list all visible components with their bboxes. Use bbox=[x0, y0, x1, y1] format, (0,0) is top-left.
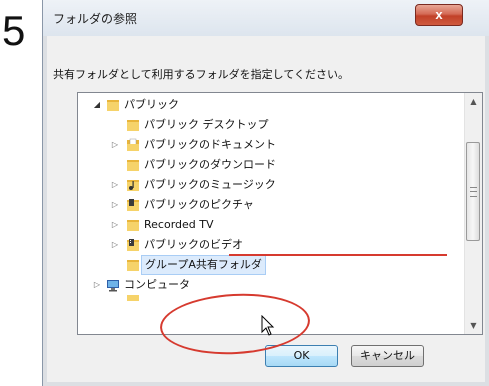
title-bar: フォルダの参照 x bbox=[43, 0, 489, 36]
tree-item-label: パブリックのミュージック bbox=[144, 178, 276, 191]
tree-item-label: パブリック デスクトップ bbox=[144, 118, 269, 131]
tree-item-recorded-tv[interactable]: ▷ Recorded TV bbox=[78, 215, 458, 235]
tree-item-group-a-shared-folder[interactable]: グループA共有フォルダ bbox=[78, 255, 458, 275]
close-icon: x bbox=[435, 7, 443, 22]
instruction-text: 共有フォルダとして利用するフォルダを指定してください。 bbox=[53, 68, 350, 81]
collapsed-arrow-icon[interactable]: ▷ bbox=[110, 195, 120, 215]
scroll-thumb[interactable] bbox=[466, 142, 480, 241]
tree-item-label: コンピュータ bbox=[124, 278, 190, 291]
ok-button[interactable]: OK bbox=[265, 345, 338, 367]
tree-item-public[interactable]: ◢ パブリック bbox=[78, 95, 458, 115]
collapsed-arrow-icon[interactable]: ▷ bbox=[110, 135, 120, 155]
callout-line bbox=[229, 254, 447, 256]
folder-icon bbox=[127, 260, 139, 271]
collapsed-arrow-icon[interactable]: ▷ bbox=[92, 275, 102, 295]
folder-icon bbox=[127, 220, 139, 231]
tree-item-public-music[interactable]: ▷ パブリックのミュージック bbox=[78, 175, 458, 195]
pictures-folder-icon bbox=[127, 199, 139, 211]
tree-item-label: Recorded TV bbox=[144, 218, 214, 231]
tree-item-public-videos[interactable]: ▷ パブリックのビデオ bbox=[78, 235, 458, 255]
cancel-button[interactable]: キャンセル bbox=[351, 345, 424, 367]
tree-item-label: パブリックのビデオ bbox=[144, 238, 243, 251]
partially-hidden-folder-icon bbox=[127, 295, 139, 301]
step-number: 5 bbox=[2, 7, 26, 54]
collapsed-arrow-icon[interactable]: ▷ bbox=[110, 235, 120, 255]
tree-item-label: グループA共有フォルダ bbox=[141, 255, 266, 275]
tree-item-label: パブリックのドキュメント bbox=[144, 138, 276, 151]
tree-item-public-downloads[interactable]: パブリックのダウンロード bbox=[78, 155, 458, 175]
scroll-up-arrow-icon[interactable]: ▲ bbox=[465, 93, 482, 110]
folder-icon bbox=[107, 100, 119, 111]
folder-icon bbox=[127, 120, 139, 131]
close-button[interactable]: x bbox=[415, 4, 463, 26]
folder-icon bbox=[127, 160, 139, 171]
videos-folder-icon bbox=[127, 239, 139, 251]
expanded-arrow-icon[interactable]: ◢ bbox=[92, 95, 102, 115]
collapsed-arrow-icon[interactable]: ▷ bbox=[110, 175, 120, 195]
documents-folder-icon bbox=[127, 138, 139, 151]
grip-icon bbox=[470, 187, 477, 197]
tree-item-public-pictures[interactable]: ▷ パブリックのピクチャ bbox=[78, 195, 458, 215]
music-folder-icon bbox=[127, 180, 139, 191]
tree-item-public-documents[interactable]: ▷ パブリックのドキュメント bbox=[78, 135, 458, 155]
tree-item-computer[interactable]: ▷ コンピュータ bbox=[78, 275, 458, 295]
tree-item-label: パブリック bbox=[124, 98, 179, 111]
tree-item-label: パブリックのピクチャ bbox=[144, 198, 254, 211]
tree-item-public-desktop[interactable]: パブリック デスクトップ bbox=[78, 115, 458, 135]
tree-item-label: パブリックのダウンロード bbox=[144, 158, 276, 171]
scroll-down-arrow-icon[interactable]: ▼ bbox=[465, 317, 482, 334]
computer-icon bbox=[107, 280, 119, 292]
collapsed-arrow-icon[interactable]: ▷ bbox=[110, 215, 120, 235]
vertical-scrollbar[interactable]: ▲ ▼ bbox=[464, 93, 482, 334]
dialog-title: フォルダの参照 bbox=[53, 12, 138, 26]
